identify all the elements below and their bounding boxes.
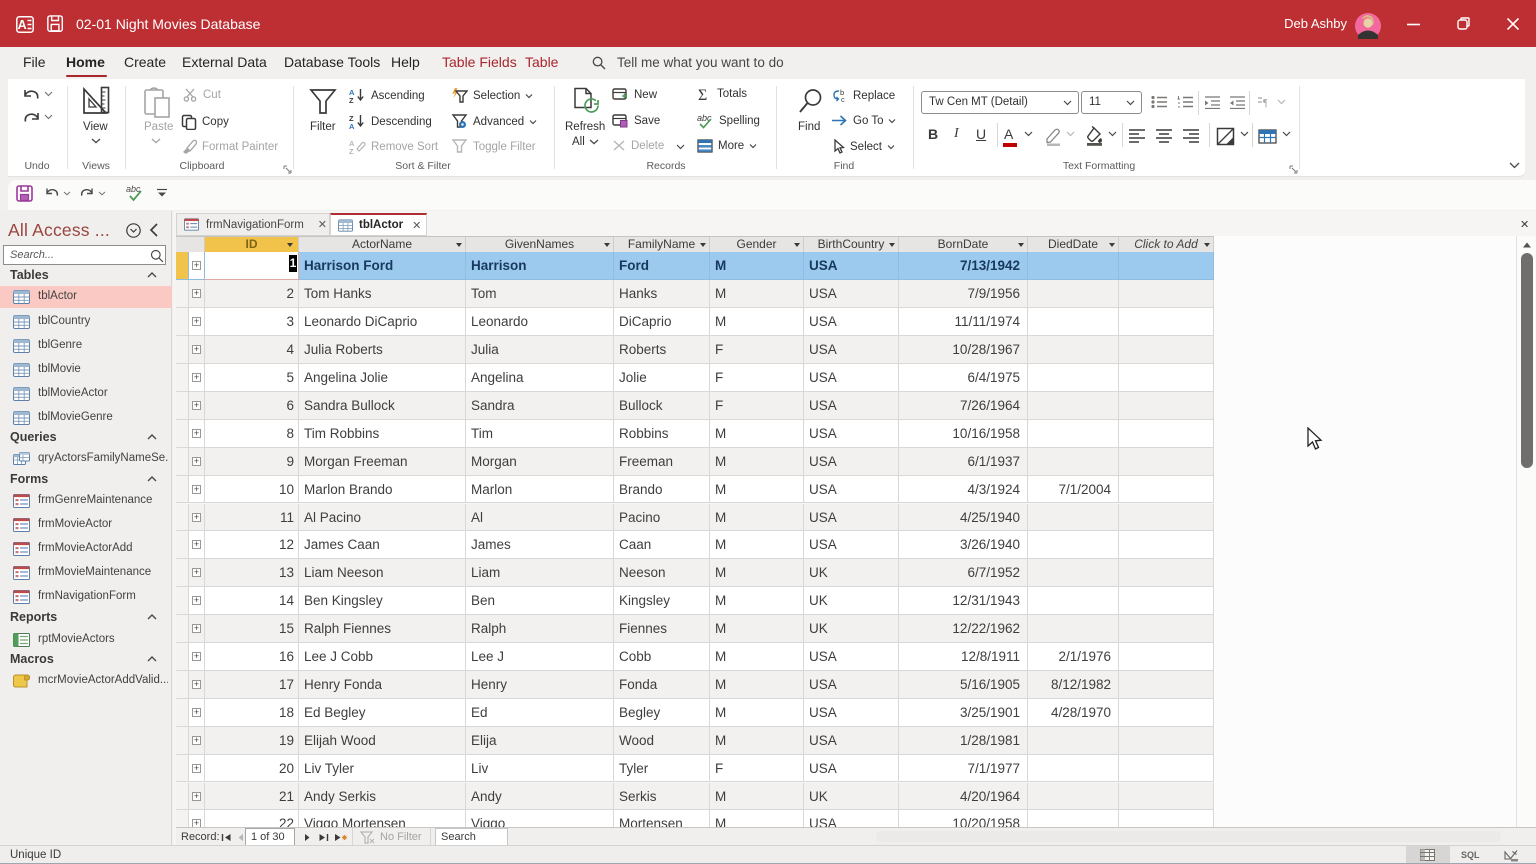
svg-text:¶: ¶ (1263, 98, 1268, 108)
svg-text:Σ: Σ (698, 87, 707, 102)
svg-text:Z: Z (349, 96, 354, 103)
svg-text:c: c (841, 95, 845, 103)
svg-text:A: A (349, 122, 355, 129)
svg-text:A: A (18, 18, 27, 32)
svg-text:Z: Z (349, 147, 354, 154)
